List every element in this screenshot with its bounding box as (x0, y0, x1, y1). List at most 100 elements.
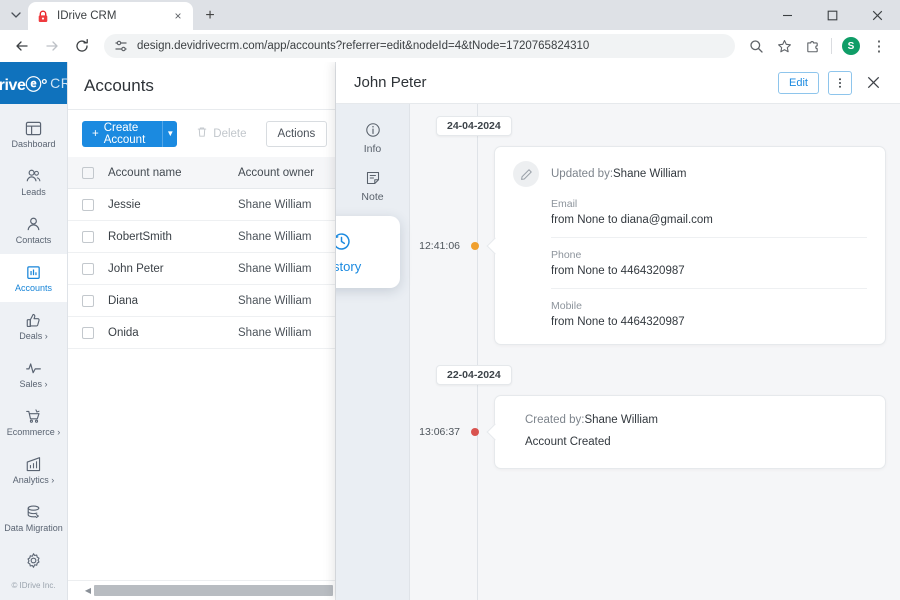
browser-menu-icon[interactable]: ⋮ (866, 33, 892, 59)
sidebar-item-dashboard[interactable]: Dashboard (0, 110, 67, 158)
card-author-text: Updated by:Shane William (551, 168, 687, 180)
column-header-name: Account name (108, 167, 238, 179)
timeline-date-group: 22-04-2024 (410, 365, 886, 385)
row-checkbox[interactable] (82, 327, 94, 339)
select-all-checkbox[interactable] (82, 167, 94, 179)
card-author-name: Shane William (584, 414, 658, 426)
profile-initial: S (842, 37, 860, 55)
timeline-date-badge: 22-04-2024 (436, 365, 512, 385)
site-settings-icon[interactable] (114, 39, 128, 53)
star-icon[interactable] (771, 33, 797, 59)
tab-search-button[interactable] (4, 2, 28, 28)
deals-icon (25, 311, 42, 329)
cell-account-name[interactable]: Onida (108, 327, 238, 339)
sidebar-item-settings[interactable]: Settings › (0, 542, 67, 570)
tab-label: Note (361, 191, 383, 203)
scroll-left-icon[interactable]: ◀ (82, 586, 94, 595)
maximize-icon[interactable] (810, 0, 855, 30)
sidebar-item-contacts[interactable]: Contacts (0, 206, 67, 254)
record-title: John Peter (354, 74, 778, 91)
tab-info[interactable]: Info (336, 114, 409, 162)
create-account-dropdown[interactable]: ▼ (162, 121, 177, 147)
field-label: Mobile (551, 300, 867, 312)
tab-label: Info (364, 143, 382, 155)
contacts-icon (25, 215, 42, 233)
sidebar-item-label: Accounts (15, 284, 52, 293)
app-sidebar: IDriveⓔ° CRM Dashboard Leads (0, 62, 68, 600)
close-panel-button[interactable] (860, 70, 886, 96)
trash-icon (196, 126, 208, 141)
sidebar-item-sales[interactable]: Sales › (0, 350, 67, 398)
close-icon[interactable]: × (171, 9, 185, 23)
card-field: Mobile from None to 4464320987 (551, 288, 867, 328)
row-checkbox[interactable] (82, 199, 94, 211)
tab-strip: IDrive CRM × + (0, 0, 900, 30)
sidebar-item-deals[interactable]: Deals › (0, 302, 67, 350)
sidebar-item-accounts[interactable]: Accounts (0, 254, 67, 302)
page-title: Accounts (84, 76, 154, 96)
timeline-time: 13:06:37 (410, 426, 466, 438)
delete-button[interactable]: Delete (187, 121, 255, 147)
back-icon[interactable] (8, 32, 36, 60)
create-account-button[interactable]: + Create Account (82, 121, 162, 147)
address-bar[interactable]: design.devidrivecrm.com/app/accounts?ref… (104, 34, 735, 58)
sidebar-item-label: Sales › (19, 380, 47, 389)
history-timeline: 24-04-2024 12:41:06 (410, 104, 900, 600)
browser-window: IDrive CRM × + (0, 0, 900, 600)
table-row[interactable]: Jessie Shane William (68, 189, 335, 221)
cell-account-name[interactable]: RobertSmith (108, 231, 238, 243)
card-fields: Email from None to diana@gmail.com Phone… (513, 187, 867, 328)
actions-button[interactable]: Actions (266, 121, 328, 147)
cell-account-owner: Shane William (238, 199, 312, 211)
row-checkbox[interactable] (82, 295, 94, 307)
timeline-dot (471, 428, 479, 436)
timeline-marker (466, 242, 483, 250)
table-row[interactable]: RobertSmith Shane William (68, 221, 335, 253)
reload-icon[interactable] (68, 32, 96, 60)
scrollbar-thumb[interactable] (94, 585, 333, 596)
history-icon (336, 230, 352, 252)
cell-account-name[interactable]: Diana (108, 295, 238, 307)
sidebar-item-label: Ecommerce › (7, 428, 61, 437)
new-tab-button[interactable]: + (197, 3, 223, 29)
row-checkbox[interactable] (82, 231, 94, 243)
ecommerce-icon (25, 407, 42, 425)
card-summary: Account Created (525, 436, 867, 448)
cell-account-name[interactable]: Jessie (108, 199, 238, 211)
more-options-button[interactable] (828, 71, 852, 95)
crm-app: IDriveⓔ° CRM Dashboard Leads (0, 62, 900, 600)
sidebar-item-leads[interactable]: Leads (0, 158, 67, 206)
accounts-table: Account name Account owner Jessie Shane … (68, 157, 335, 580)
row-checkbox[interactable] (82, 263, 94, 275)
minimize-icon[interactable] (765, 0, 810, 30)
sidebar-item-analytics[interactable]: Analytics › (0, 446, 67, 494)
table-row[interactable]: Diana Shane William (68, 285, 335, 317)
cell-account-owner: Shane William (238, 263, 312, 275)
data-migration-icon (25, 503, 42, 521)
browser-toolbar: design.devidrivecrm.com/app/accounts?ref… (0, 30, 900, 62)
tab-note[interactable]: Note (336, 162, 409, 210)
forward-icon[interactable] (38, 32, 66, 60)
puzzle-icon[interactable] (799, 33, 825, 59)
card-field: Email from None to diana@gmail.com (551, 187, 867, 226)
table-row[interactable]: John Peter Shane William (68, 253, 335, 285)
idrive-crm-logo[interactable]: IDriveⓔ° CRM (0, 62, 67, 104)
field-label: Phone (551, 249, 867, 261)
window-close-icon[interactable] (855, 0, 900, 30)
cell-account-name[interactable]: John Peter (108, 263, 238, 275)
table-row[interactable]: Onida Shane William (68, 317, 335, 349)
accounts-toolbar: + Create Account ▼ Delete Actions (68, 110, 335, 157)
search-icon[interactable] (743, 33, 769, 59)
edit-button[interactable]: Edit (778, 72, 819, 94)
sidebar-item-ecommerce[interactable]: Ecommerce › (0, 398, 67, 446)
record-detail-panel: John Peter Edit Info (336, 62, 900, 600)
browser-tab[interactable]: IDrive CRM × (28, 2, 193, 30)
avatar[interactable]: S (838, 33, 864, 59)
card-author-label: Updated by: (551, 168, 613, 180)
delete-label: Delete (213, 128, 246, 140)
tab-history[interactable]: History (336, 216, 400, 288)
sidebar-item-data-migration[interactable]: Data Migration (0, 494, 67, 542)
sidebar-item-label: Deals › (19, 332, 48, 341)
horizontal-scrollbar[interactable]: ◀ (68, 580, 335, 600)
card-author-label: Created by: (525, 414, 584, 426)
